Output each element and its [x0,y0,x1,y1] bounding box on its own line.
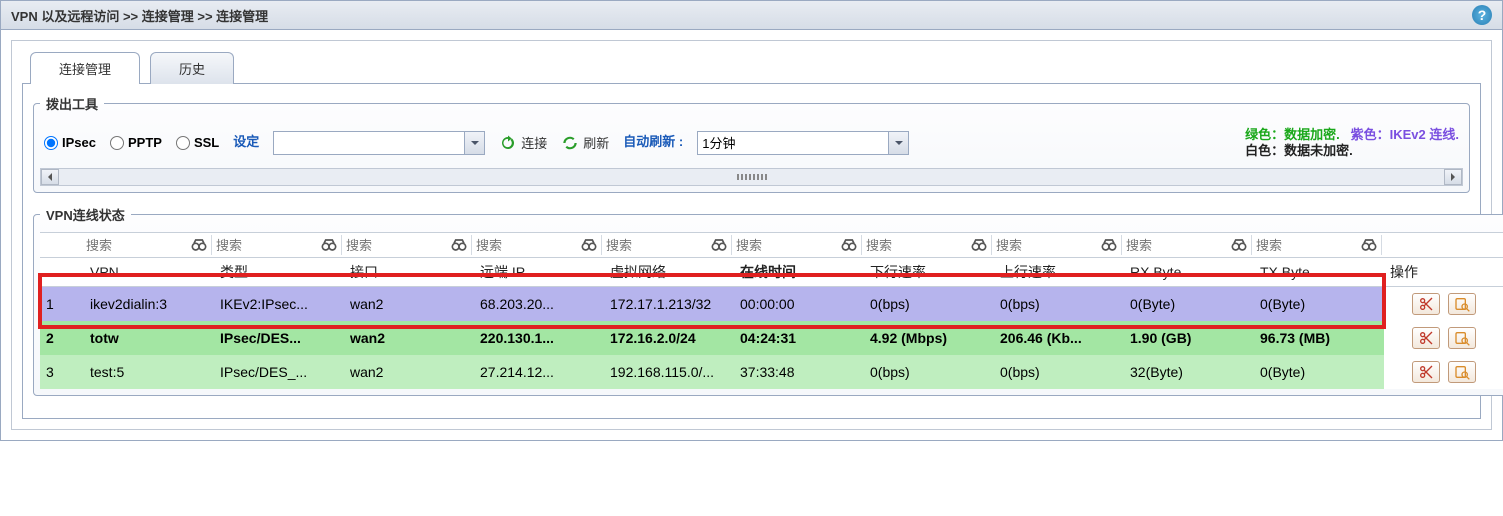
status-group: VPN连线状态 VPN 类型 接口 [33,205,1503,396]
search-input[interactable] [736,236,837,255]
chevron-down-icon[interactable] [888,132,908,154]
binoculars-icon[interactable] [709,235,729,255]
dialout-legend: 拨出工具 [40,94,104,113]
col-uptime[interactable]: 在线时间 [734,258,864,287]
col-up[interactable]: 上行速率 [994,258,1124,287]
binoculars-icon[interactable] [1229,235,1249,255]
search-input[interactable] [866,236,967,255]
col-vpn[interactable]: VPN [84,258,214,287]
connect-icon [499,134,517,152]
refresh-button[interactable]: 刷新 [561,133,609,152]
search-input[interactable] [606,236,707,255]
help-icon[interactable]: ? [1472,5,1492,25]
col-rx[interactable]: RX Byte [1124,258,1254,287]
radio-pptp-input[interactable] [110,136,124,150]
search-input[interactable] [1126,236,1227,255]
status-table: VPN 类型 接口 远端 IP 虚拟网络 在线时间 下行速率 上行速率 RX B… [40,232,1503,389]
detail-button[interactable] [1448,361,1476,383]
scroll-grip-icon [737,174,767,180]
disconnect-button[interactable] [1412,327,1440,349]
profile-input[interactable] [274,132,464,154]
radio-pptp[interactable]: PPTP [110,135,162,150]
binoculars-icon[interactable] [839,235,859,255]
connect-button[interactable]: 连接 [499,133,547,152]
detail-button[interactable] [1448,293,1476,315]
binoculars-icon[interactable] [1359,235,1379,255]
profile-combo[interactable] [273,131,485,155]
tab-connection-mgmt[interactable]: 连接管理 [30,52,140,84]
refresh-icon [561,134,579,152]
radio-ssl-input[interactable] [176,136,190,150]
scroll-right-icon[interactable] [1444,169,1462,185]
titlebar: VPN 以及远程访问 >> 连接管理 >> 连接管理 ? [1,1,1502,30]
col-tx[interactable]: TX Byte [1254,258,1384,287]
binoculars-icon[interactable] [1099,235,1119,255]
search-input[interactable] [346,236,447,255]
status-legend: VPN连线状态 [40,205,131,224]
detail-button[interactable] [1448,327,1476,349]
breadcrumb: VPN 以及远程访问 >> 连接管理 >> 连接管理 [11,6,268,25]
scroll-left-icon[interactable] [41,169,59,185]
binoculars-icon[interactable] [189,235,209,255]
chevron-down-icon[interactable] [464,132,484,154]
auto-refresh-input[interactable] [698,132,888,154]
col-iface[interactable]: 接口 [344,258,474,287]
profile-label: 设定 [233,135,259,149]
col-vnet[interactable]: 虚拟网络 [604,258,734,287]
toolbar-scrollbar[interactable] [40,168,1463,186]
table-row[interactable]: 3test:5IPsec/DES_...wan227.214.12...192.… [40,355,1503,389]
radio-ipsec-input[interactable] [44,136,58,150]
search-input[interactable] [476,236,577,255]
radio-ipsec[interactable]: IPsec [44,135,96,150]
binoculars-icon[interactable] [449,235,469,255]
table-row[interactable]: 1ikev2dialin:3IKEv2:IPsec...wan268.203.2… [40,287,1503,322]
dialout-group: 拨出工具 IPsec PPTP SSL 设定 [33,94,1470,193]
search-input[interactable] [216,236,317,255]
disconnect-button[interactable] [1412,293,1440,315]
tab-history[interactable]: 历史 [150,52,234,84]
disconnect-button[interactable] [1412,361,1440,383]
col-remote-ip[interactable]: 远端 IP [474,258,604,287]
auto-refresh-label: 自动刷新 : [623,135,683,149]
col-down[interactable]: 下行速率 [864,258,994,287]
radio-ssl[interactable]: SSL [176,135,219,150]
search-input[interactable] [996,236,1097,255]
binoculars-icon[interactable] [969,235,989,255]
table-row[interactable]: 2totwIPsec/DES...wan2220.130.1...172.16.… [40,321,1503,355]
search-input[interactable] [86,236,187,255]
col-type[interactable]: 类型 [214,258,344,287]
binoculars-icon[interactable] [319,235,339,255]
legend-colors: 绿色：数据加密. 紫色：IKEv2 连线. 白色：数据未加密. [1245,127,1459,158]
search-input[interactable] [1256,236,1357,255]
binoculars-icon[interactable] [579,235,599,255]
auto-refresh-combo[interactable] [697,131,909,155]
col-ops[interactable]: 操作 [1384,258,1503,287]
